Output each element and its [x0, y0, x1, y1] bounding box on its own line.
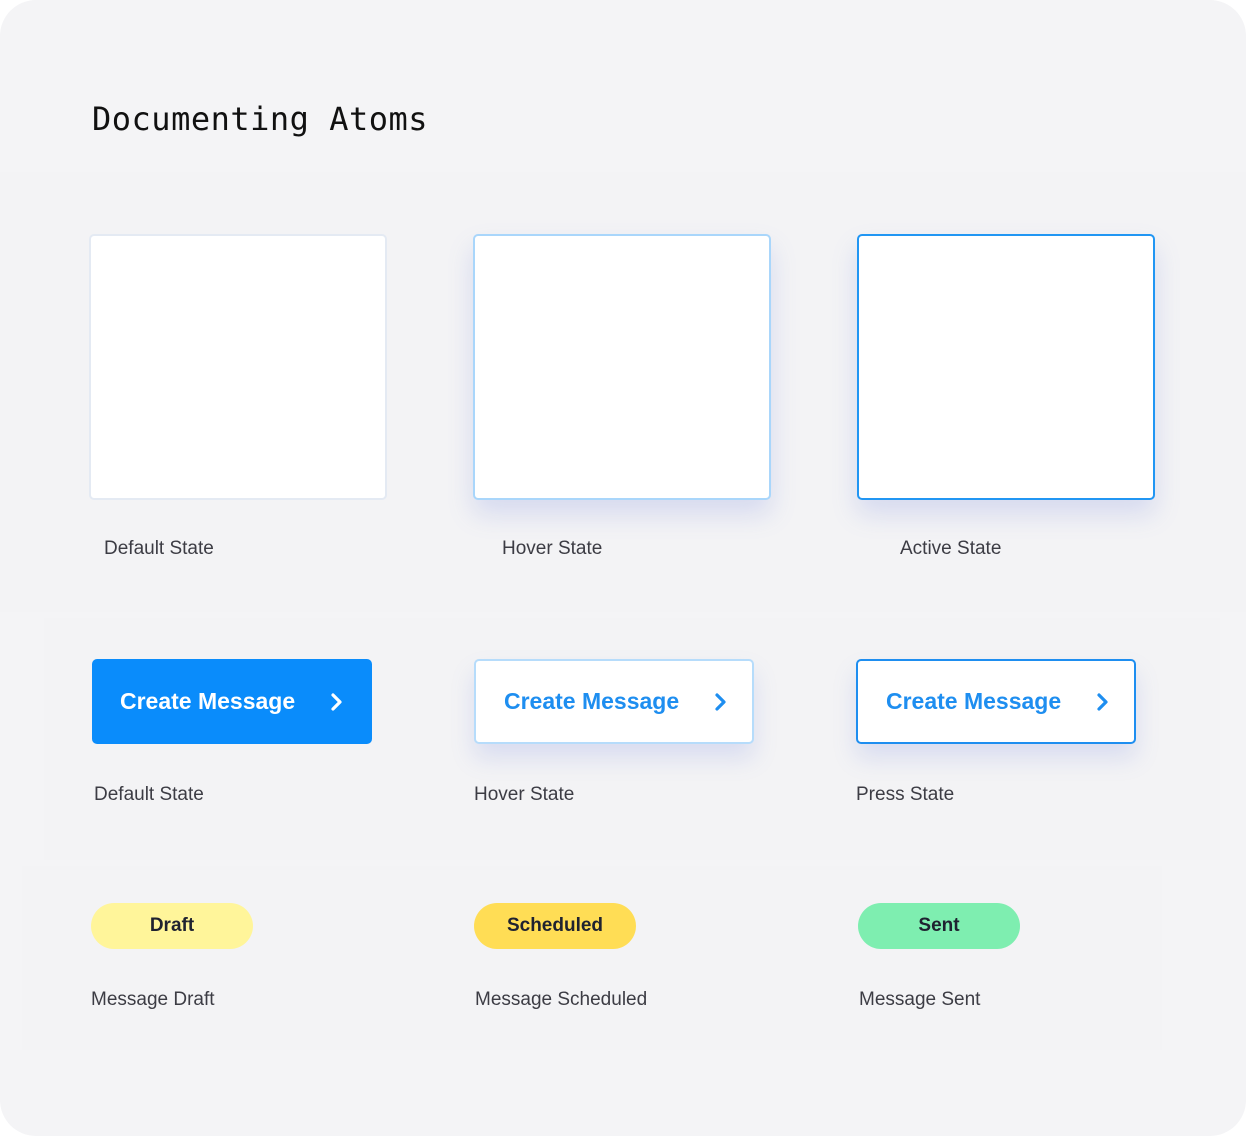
create-message-button-press[interactable]: Create Message — [856, 659, 1136, 744]
card-default-caption: Default State — [104, 538, 214, 559]
artboard: Documenting Atoms Default State Hover St… — [0, 0, 1246, 1136]
chevron-right-icon — [1097, 692, 1108, 711]
status-badge-scheduled: Scheduled — [474, 903, 636, 949]
status-badge-label: Sent — [918, 915, 960, 936]
chevron-right-icon — [331, 692, 342, 711]
badges-section — [22, 866, 1162, 1050]
create-message-button-label: Create Message — [120, 688, 296, 714]
status-badge-sent: Sent — [858, 903, 1020, 949]
badge-sent-caption: Message Sent — [859, 989, 981, 1010]
badge-draft-caption: Message Draft — [91, 989, 215, 1010]
page-title: Documenting Atoms — [92, 100, 429, 138]
create-message-button-default[interactable]: Create Message — [92, 659, 372, 744]
card-active-caption: Active State — [900, 538, 1002, 559]
card-default-state[interactable] — [89, 234, 387, 500]
create-message-button-label: Create Message — [886, 688, 1062, 714]
button-press-caption: Press State — [856, 784, 955, 805]
card-hover-caption: Hover State — [502, 538, 603, 559]
chevron-right-icon — [715, 692, 726, 711]
card-active-state[interactable] — [857, 234, 1155, 500]
status-badge-label: Scheduled — [506, 915, 604, 936]
status-badge-label: Draft — [149, 915, 195, 936]
create-message-button-label: Create Message — [504, 688, 680, 714]
card-hover-state[interactable] — [473, 234, 771, 500]
status-badge-draft: Draft — [91, 903, 253, 949]
button-default-caption: Default State — [94, 784, 204, 805]
badge-scheduled-caption: Message Scheduled — [475, 989, 648, 1010]
button-hover-caption: Hover State — [474, 784, 575, 805]
create-message-button-hover[interactable]: Create Message — [474, 659, 754, 744]
